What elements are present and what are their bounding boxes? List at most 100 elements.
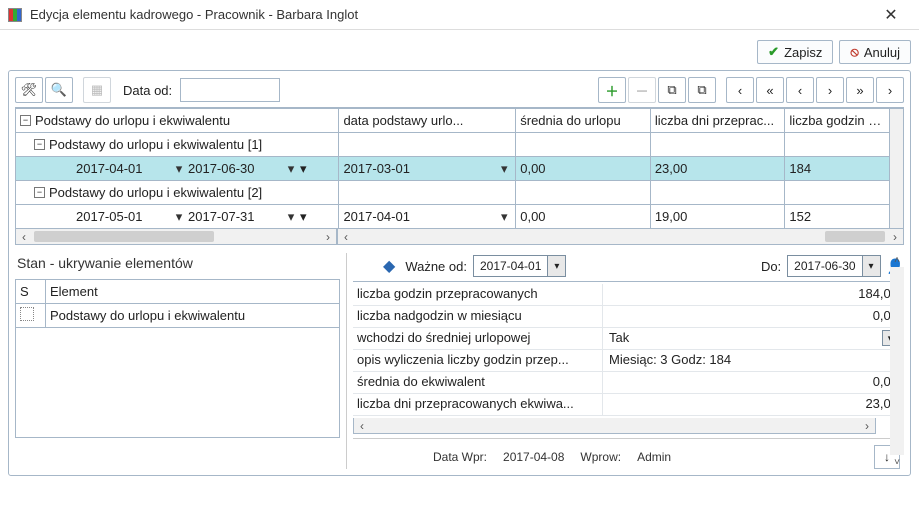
nav-prev-button[interactable]: ‹ — [726, 77, 754, 103]
grid-row-selected[interactable]: 2017-04-01▾ 2017-06-30▾ ▾ 2017-03-01▾ 0,… — [16, 157, 904, 181]
search-button[interactable]: 🔍 — [45, 77, 73, 103]
window-title: Edycja elementu kadrowego - Pracownik - … — [30, 7, 871, 22]
field-label: liczba nadgodzin w miesiącu — [353, 306, 603, 327]
g2-from[interactable]: 2017-05-01 — [76, 209, 143, 224]
field-label: liczba godzin przepracowanych — [353, 284, 603, 305]
cancel-icon: ⦸ — [850, 44, 858, 60]
valid-to-input[interactable]: 2017-06-30 ▾ — [787, 255, 880, 277]
tree-collapse-g2[interactable]: − — [34, 187, 45, 198]
field-value[interactable]: 0,00 — [603, 306, 904, 327]
g2-basis[interactable]: 2017-04-01 — [343, 209, 410, 224]
col-days[interactable]: liczba dni przeprac... — [650, 109, 785, 133]
g1-days[interactable]: 23,00 — [650, 157, 785, 181]
field-value[interactable]: 184,00 — [603, 284, 904, 305]
double-chevron-left-icon: « — [766, 83, 773, 98]
valid-from-label: Ważne od: — [405, 259, 467, 274]
valid-to-value: 2017-06-30 — [788, 259, 861, 273]
valid-from-input[interactable]: 2017-04-01 ▾ — [473, 255, 566, 277]
g1-from[interactable]: 2017-04-01 — [76, 161, 143, 176]
tree-root-label: Podstawy do urlopu i ekwiwalentu — [35, 113, 230, 128]
close-icon[interactable]: ✕ — [871, 5, 911, 25]
g1-avg[interactable]: 0,00 — [516, 157, 651, 181]
dropdown-icon[interactable]: ▾ — [300, 209, 307, 225]
g1-basis[interactable]: 2017-03-01 — [343, 161, 410, 176]
dropdown-icon[interactable]: ▾ — [497, 161, 511, 177]
list-item[interactable]: Podstawy do urlopu i ekwiwalentu — [16, 304, 340, 328]
cancel-label: Anuluj — [864, 45, 900, 60]
g1-hours[interactable]: 184 — [785, 157, 889, 181]
grid-hscroll-right[interactable]: ‹› — [337, 229, 904, 245]
nav-prev3-button[interactable]: ‹ — [786, 77, 814, 103]
detail-vscroll[interactable]: ˄ ˅ — [890, 253, 904, 469]
col-s[interactable]: S — [16, 280, 46, 304]
double-chevron-right-icon: » — [856, 83, 863, 98]
sheet-button: ▦ — [83, 77, 111, 103]
nav-prev2-button[interactable]: « — [756, 77, 784, 103]
dropdown-icon[interactable]: ▾ — [497, 209, 511, 225]
col-basis-date[interactable]: data podstawy urlo... — [339, 109, 516, 133]
cancel-button[interactable]: ⦸ Anuluj — [839, 40, 911, 64]
dropdown-icon[interactable]: ▾ — [284, 161, 298, 177]
field-label: średnia do ekwiwalent — [353, 372, 603, 393]
tools-button[interactable]: 🛠 — [15, 77, 43, 103]
checkbox[interactable] — [20, 307, 34, 321]
g2-avg[interactable]: 0,00 — [516, 205, 651, 229]
tree-collapse-g1[interactable]: − — [34, 139, 45, 150]
field-value[interactable]: Tak▾ — [603, 328, 904, 349]
state-panel-title: Stan - ukrywanie elementów — [17, 255, 340, 271]
tree-g2-label: Podstawy do urlopu i ekwiwalentu [2] — [49, 185, 262, 200]
detail-hscroll[interactable]: ‹› — [353, 418, 876, 434]
element-name: Podstawy do urlopu i ekwiwalentu — [46, 304, 340, 328]
chevron-up-icon[interactable]: ˄ — [890, 253, 904, 267]
g2-days[interactable]: 19,00 — [650, 205, 785, 229]
nav-next3-button[interactable]: › — [876, 77, 904, 103]
chevron-right-icon: › — [888, 83, 892, 98]
field-value[interactable]: Miesiąc: 3 Godz: 184 — [603, 350, 904, 371]
nav-next-button[interactable]: › — [816, 77, 844, 103]
save-label: Zapisz — [784, 45, 822, 60]
tree-collapse-root[interactable]: − — [20, 115, 31, 126]
dropdown-icon[interactable]: ▾ — [862, 256, 880, 276]
valid-to-label: Do: — [761, 259, 781, 274]
field-label: liczba dni przepracowanych ekwiwa... — [353, 394, 603, 415]
detail-fields: liczba godzin przepracowanych184,00 licz… — [353, 284, 904, 416]
dup-right-button[interactable]: ⧉ — [688, 77, 716, 103]
date-from-label: Data od: — [123, 83, 172, 98]
dropdown-icon[interactable]: ▾ — [284, 209, 298, 225]
date-from-input[interactable] — [180, 78, 280, 102]
dropdown-icon[interactable]: ▾ — [172, 161, 186, 177]
grid-vscroll[interactable] — [889, 109, 903, 229]
state-grid[interactable]: S Element Podstawy do urlopu i ekwiwalen… — [15, 279, 340, 438]
nav-next2-button[interactable]: » — [846, 77, 874, 103]
wprow-value: Admin — [637, 450, 671, 464]
field-label: opis wyliczenia liczby godzin przep... — [353, 350, 603, 371]
chevron-right-icon: › — [828, 83, 832, 98]
wprow-label: Wprow: — [580, 450, 621, 464]
g2-hours[interactable]: 152 — [785, 205, 889, 229]
g2-to[interactable]: 2017-07-31 — [188, 209, 255, 224]
wrench-icon: 🛠 — [21, 82, 38, 98]
check-icon: ✔ — [768, 44, 779, 60]
field-value[interactable]: 23,00 — [603, 394, 904, 415]
dropdown-icon[interactable]: ▾ — [300, 161, 307, 177]
field-value[interactable]: 0,00 — [603, 372, 904, 393]
field-label: wchodzi do średniej urlopowej — [353, 328, 603, 349]
grid-row[interactable]: 2017-05-01▾ 2017-07-31▾ ▾ 2017-04-01▾ 0,… — [16, 205, 904, 229]
dropdown-icon[interactable]: ▾ — [547, 256, 565, 276]
g1-to[interactable]: 2017-06-30 — [188, 161, 255, 176]
dropdown-icon[interactable]: ▾ — [172, 209, 186, 225]
book-icon: ◆ — [383, 256, 395, 276]
dup-left-button[interactable]: ⧉ — [658, 77, 686, 103]
col-element[interactable]: Element — [46, 280, 340, 304]
main-grid[interactable]: − Podstawy do urlopu i ekwiwalentu data … — [15, 108, 904, 229]
grid-hscroll-left[interactable]: ‹› — [15, 229, 337, 245]
chevron-down-icon[interactable]: ˅ — [890, 455, 904, 469]
date-wpr-label: Data Wpr: — [433, 450, 487, 464]
sheet-icon: ▦ — [91, 82, 103, 98]
col-hours[interactable]: liczba godzin prz — [785, 109, 889, 133]
remove-button: － — [628, 77, 656, 103]
col-avg[interactable]: średnia do urlopu — [516, 109, 651, 133]
add-button[interactable]: ＋ — [598, 77, 626, 103]
save-button[interactable]: ✔ Zapisz — [757, 40, 833, 64]
magnifier-icon: 🔍 — [51, 82, 67, 98]
